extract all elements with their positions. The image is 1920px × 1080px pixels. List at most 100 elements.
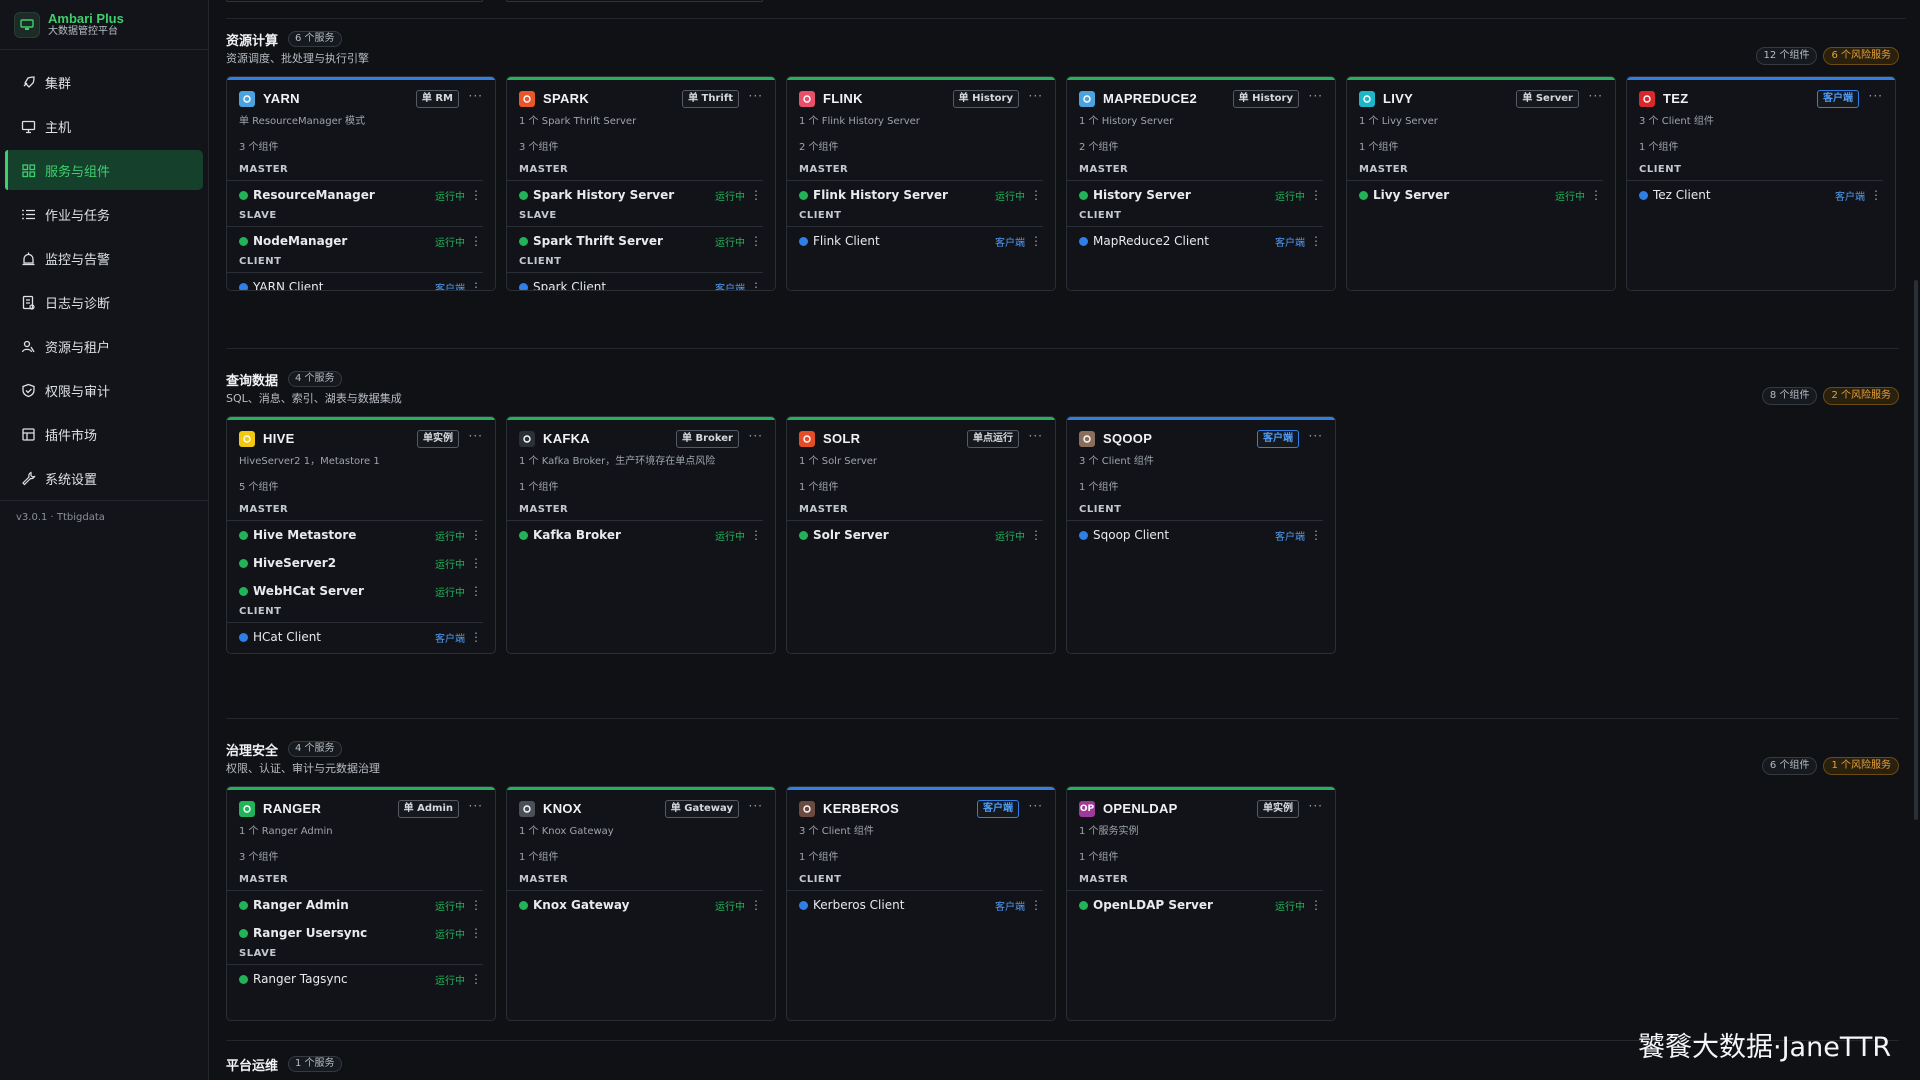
component-menu-icon[interactable]: ⋮ (750, 528, 762, 542)
risk-badge[interactable]: 2 个风险服务 (1823, 387, 1899, 405)
more-options-icon[interactable]: ··· (469, 89, 483, 103)
scrollbar-thumb[interactable] (1914, 280, 1918, 820)
component-menu-icon[interactable]: ⋮ (470, 926, 482, 940)
sidebar-item-list[interactable]: 作业与任务 (5, 194, 203, 234)
sidebar-item-grid[interactable]: 服务与组件 (5, 150, 203, 190)
component-name[interactable]: Kerberos Client (813, 898, 904, 912)
component-name[interactable]: Solr Server (813, 528, 889, 542)
component-name[interactable]: Ranger Tagsync (253, 972, 348, 986)
service-card-sqoop[interactable]: SQOOP 客户端 ··· 3 个 Client 组件 1 个组件 CLIENT Sqoop… (1066, 416, 1336, 654)
component-name[interactable]: WebHCat Server (253, 584, 364, 598)
component-menu-icon[interactable]: ⋮ (1030, 188, 1042, 202)
more-options-icon[interactable]: ··· (749, 89, 763, 103)
more-options-icon[interactable]: ··· (1029, 89, 1043, 103)
sidebar-item-tenant[interactable]: 资源与租户 (5, 326, 203, 366)
component-name[interactable]: Ranger Admin (253, 898, 349, 912)
more-options-icon[interactable]: ··· (1309, 799, 1323, 813)
component-menu-icon[interactable]: ⋮ (1030, 898, 1042, 912)
component-menu-icon[interactable]: ⋮ (470, 584, 482, 598)
component-row[interactable]: ResourceManager 运行中 ⋮ (227, 181, 495, 209)
component-row[interactable]: Ranger Tagsync 运行中 ⋮ (227, 965, 495, 993)
component-menu-icon[interactable]: ⋮ (1590, 188, 1602, 202)
component-name[interactable]: Knox Gateway (533, 898, 629, 912)
component-row[interactable]: HCat Client 客户端 ⋮ (227, 623, 495, 651)
more-options-icon[interactable]: ··· (749, 799, 763, 813)
more-options-icon[interactable]: ··· (469, 429, 483, 443)
component-row[interactable]: Ranger Usersync 运行中 ⋮ (227, 919, 495, 947)
component-menu-icon[interactable]: ⋮ (750, 188, 762, 202)
component-menu-icon[interactable]: ⋮ (470, 280, 482, 290)
component-row[interactable]: HiveServer2 运行中 ⋮ (227, 549, 495, 577)
component-menu-icon[interactable]: ⋮ (470, 972, 482, 986)
component-row[interactable]: NodeManager 运行中 ⋮ (227, 227, 495, 255)
more-options-icon[interactable]: ··· (469, 799, 483, 813)
component-row[interactable]: Spark Thrift Server 运行中 ⋮ (507, 227, 775, 255)
component-row[interactable]: MapReduce2 Client 客户端 ⋮ (1067, 227, 1335, 255)
component-name[interactable]: HiveServer2 (253, 556, 336, 570)
component-name[interactable]: Ranger Usersync (253, 926, 367, 940)
component-menu-icon[interactable]: ⋮ (1030, 528, 1042, 542)
service-card-knox[interactable]: KNOX 单 Gateway ··· 1 个 Knox Gateway 1 个组件 MAS… (506, 786, 776, 1021)
more-options-icon[interactable]: ··· (1309, 429, 1323, 443)
component-name[interactable]: OpenLDAP Server (1093, 898, 1213, 912)
component-menu-icon[interactable]: ⋮ (1030, 234, 1042, 248)
component-name[interactable]: Spark Thrift Server (533, 234, 663, 248)
component-name[interactable]: Livy Server (1373, 188, 1449, 202)
service-card-mapreduce2[interactable]: MAPREDUCE2 单 History ··· 1 个 History Server… (1066, 76, 1336, 291)
sidebar-item-plugin[interactable]: 插件市场 (5, 414, 203, 454)
component-row[interactable]: Tez Client 客户端 ⋮ (1627, 181, 1895, 209)
sidebar-item-monitor[interactable]: 主机 (5, 106, 203, 146)
component-name[interactable]: HCat Client (253, 630, 321, 644)
brand[interactable]: Ambari Plus 大数据管控平台 (0, 0, 208, 50)
sidebar-item-rocket[interactable]: 集群 (5, 62, 203, 102)
service-card-openldap[interactable]: OP OPENLDAP 单实例 ··· 1 个服务实例 1 个组件 MASTER OpenLD… (1066, 786, 1336, 1021)
component-name[interactable]: Spark History Server (533, 188, 674, 202)
sidebar-item-log[interactable]: 日志与诊断 (5, 282, 203, 322)
component-menu-icon[interactable]: ⋮ (470, 528, 482, 542)
component-row[interactable]: Livy Server 运行中 ⋮ (1347, 181, 1615, 209)
component-row[interactable]: Kafka Broker 运行中 ⋮ (507, 521, 775, 549)
component-row[interactable]: Flink Client 客户端 ⋮ (787, 227, 1055, 255)
component-name[interactable]: Flink Client (813, 234, 880, 248)
component-menu-icon[interactable]: ⋮ (470, 630, 482, 644)
component-menu-icon[interactable]: ⋮ (1870, 188, 1882, 202)
service-card-ranger[interactable]: RANGER 单 Admin ··· 1 个 Ranger Admin 3 个组件 MAS… (226, 786, 496, 1021)
service-card-spark[interactable]: SPARK 单 Thrift ··· 1 个 Spark Thrift Server 3… (506, 76, 776, 291)
more-options-icon[interactable]: ··· (1309, 89, 1323, 103)
sidebar-item-alarm[interactable]: 监控与告警 (5, 238, 203, 278)
component-row[interactable]: YARN Client 客户端 ⋮ (227, 273, 495, 290)
component-menu-icon[interactable]: ⋮ (470, 898, 482, 912)
component-name[interactable]: ResourceManager (253, 188, 375, 202)
component-menu-icon[interactable]: ⋮ (470, 234, 482, 248)
component-row[interactable]: Knox Gateway 运行中 ⋮ (507, 891, 775, 919)
component-row[interactable]: OpenLDAP Server 运行中 ⋮ (1067, 891, 1335, 919)
component-menu-icon[interactable]: ⋮ (1310, 528, 1322, 542)
component-row[interactable]: Ranger Admin 运行中 ⋮ (227, 891, 495, 919)
service-card-livy[interactable]: LIVY 单 Server ··· 1 个 Livy Server 1 个组件 MASTE… (1346, 76, 1616, 291)
component-name[interactable]: MapReduce2 Client (1093, 234, 1209, 248)
component-row[interactable]: Flink History Server 运行中 ⋮ (787, 181, 1055, 209)
sidebar-item-wrench[interactable]: 系统设置 (5, 458, 203, 498)
component-menu-icon[interactable]: ⋮ (470, 556, 482, 570)
component-name[interactable]: Flink History Server (813, 188, 948, 202)
service-card-kafka[interactable]: KAFKA 单 Broker ··· 1 个 Kafka Broker，生产环境存在单… (506, 416, 776, 654)
component-name[interactable]: History Server (1093, 188, 1191, 202)
component-row[interactable]: Kerberos Client 客户端 ⋮ (787, 891, 1055, 919)
component-menu-icon[interactable]: ⋮ (1310, 188, 1322, 202)
more-options-icon[interactable]: ··· (749, 429, 763, 443)
service-card-kerberos[interactable]: KERBEROS 客户端 ··· 3 个 Client 组件 1 个组件 CLIENT Ke… (786, 786, 1056, 1021)
service-card-hive[interactable]: HIVE 单实例 ··· HiveServer2 1，Metastore 1 5 个组件… (226, 416, 496, 654)
component-name[interactable]: YARN Client (253, 280, 323, 290)
component-row[interactable]: Hive Client客户端⋮ (227, 651, 495, 653)
component-menu-icon[interactable]: ⋮ (750, 898, 762, 912)
component-row[interactable]: Sqoop Client 客户端 ⋮ (1067, 521, 1335, 549)
component-menu-icon[interactable]: ⋮ (750, 280, 762, 290)
component-menu-icon[interactable]: ⋮ (1310, 898, 1322, 912)
component-name[interactable]: Hive Metastore (253, 528, 356, 542)
more-options-icon[interactable]: ··· (1029, 429, 1043, 443)
component-row[interactable]: Solr Server 运行中 ⋮ (787, 521, 1055, 549)
component-row[interactable]: History Server 运行中 ⋮ (1067, 181, 1335, 209)
component-menu-icon[interactable]: ⋮ (1310, 234, 1322, 248)
component-menu-icon[interactable]: ⋮ (470, 188, 482, 202)
more-options-icon[interactable]: ··· (1589, 89, 1603, 103)
